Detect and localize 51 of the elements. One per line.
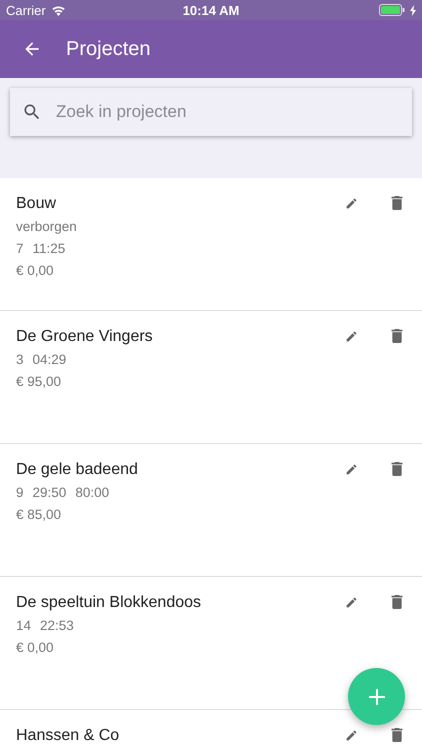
project-stat: 11:25: [32, 240, 66, 258]
edit-button[interactable]: [344, 728, 358, 742]
project-name: Hanssen & Co: [16, 726, 120, 746]
battery-icon: [378, 4, 405, 16]
project-stat: 9: [16, 484, 24, 502]
plus-icon: [368, 688, 384, 704]
edit-button[interactable]: [344, 462, 358, 476]
delete-button[interactable]: [390, 329, 404, 343]
pencil-icon: [344, 728, 358, 742]
project-name: De gele badeend: [16, 460, 139, 480]
project-stat: 14: [16, 617, 32, 635]
trash-icon: [391, 462, 403, 476]
project-stat: 80:00: [75, 484, 110, 502]
project-stat: 29:50: [32, 484, 66, 502]
delete-button[interactable]: [390, 595, 404, 609]
project-name: Bouw: [16, 194, 58, 214]
delete-button[interactable]: [390, 462, 404, 476]
project-card[interactable]: Bouw verborgen 7 11:25 € 0,00: [0, 178, 422, 311]
project-name: De Groene Vingers: [16, 327, 154, 347]
delete-button[interactable]: [390, 196, 404, 210]
wifi-icon: [50, 4, 66, 16]
clock-time: 10:14 AM: [182, 2, 240, 18]
edit-button[interactable]: [344, 196, 358, 210]
edit-button[interactable]: [344, 329, 358, 343]
pencil-icon: [344, 462, 358, 476]
search-icon: [22, 102, 42, 122]
trash-icon: [391, 595, 403, 609]
search-field[interactable]: Zoek in projecten: [54, 101, 400, 123]
charging-icon: [410, 4, 416, 16]
trash-icon: [391, 329, 403, 343]
trash-icon: [391, 728, 403, 742]
trash-icon: [391, 196, 403, 210]
pencil-icon: [344, 196, 358, 210]
project-stat: 22:53: [40, 617, 74, 635]
edit-button[interactable]: [344, 595, 358, 609]
project-stat: 04:29: [32, 351, 66, 369]
project-amount: € 95,00: [16, 373, 62, 391]
project-stat: 3: [16, 351, 24, 369]
carrier-label: Carrier: [6, 2, 46, 18]
project-amount: € 85,00: [16, 506, 62, 524]
page-title: Projecten: [66, 38, 150, 60]
project-stat: 7: [16, 240, 24, 258]
project-card[interactable]: De gele badeend 9 29:50 80:00 € 85,00: [0, 444, 422, 577]
project-card[interactable]: De Groene Vingers 3 04:29 € 95,00: [0, 311, 422, 444]
project-amount: € 0,00: [16, 639, 55, 657]
project-status: verborgen: [16, 218, 78, 236]
pencil-icon: [344, 330, 358, 342]
delete-button[interactable]: [390, 728, 404, 742]
project-name: De speeltuin Blokkendoos: [16, 593, 202, 613]
pencil-icon: [344, 596, 358, 608]
project-amount: € 0,00: [16, 262, 55, 280]
